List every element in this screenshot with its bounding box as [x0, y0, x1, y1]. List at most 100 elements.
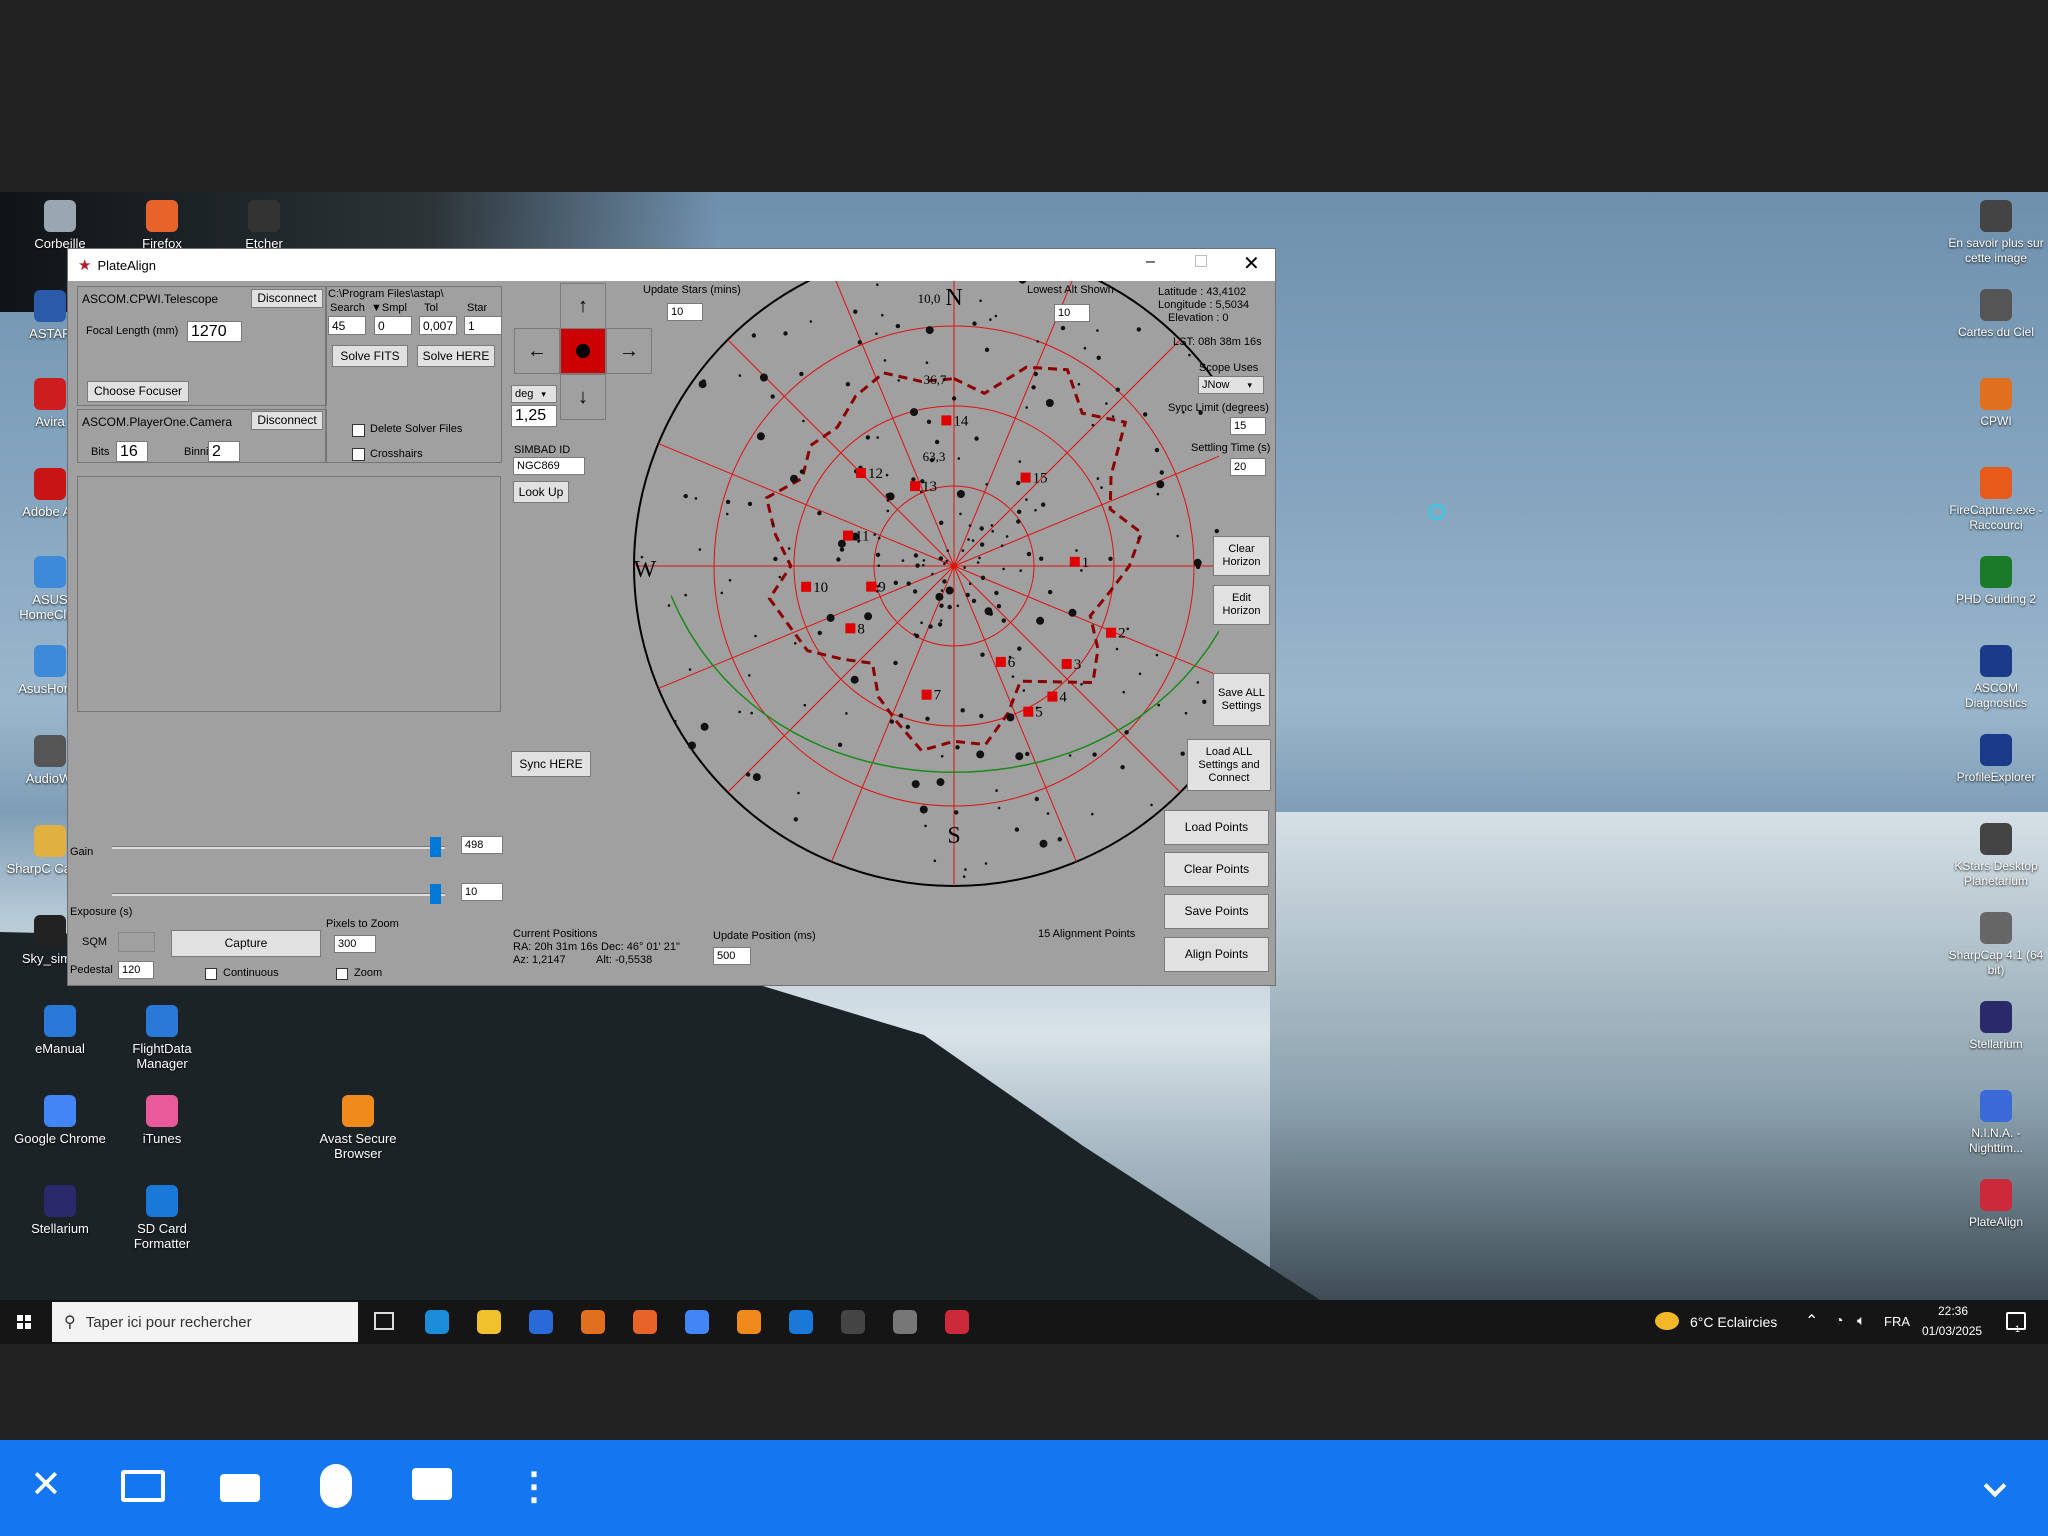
taskbar-app-icon[interactable] [841, 1310, 865, 1334]
desktop-icon[interactable]: SharpCap 4.1 (64 bit) [1948, 912, 2044, 978]
taskbar-app-icon[interactable] [685, 1310, 709, 1334]
alignment-point[interactable] [1023, 706, 1034, 717]
more-icon[interactable]: ⋮ [515, 1464, 553, 1509]
nudge-left-button[interactable]: ← [514, 328, 560, 374]
close-button[interactable]: ✕ [1243, 251, 1260, 276]
weather-icon[interactable] [1655, 1312, 1679, 1330]
alignment-point[interactable] [856, 468, 866, 478]
alignment-point[interactable] [1047, 691, 1058, 702]
collapse-chevron-icon[interactable] [1983, 1474, 2007, 1498]
save-all-settings-button[interactable]: Save ALL Settings [1213, 673, 1270, 726]
gain-slider-thumb[interactable] [430, 837, 441, 857]
alignment-point[interactable] [910, 481, 920, 492]
unit-select[interactable]: deg ▾ [511, 385, 557, 403]
task-view-icon[interactable] [374, 1312, 394, 1330]
pedestal-input[interactable]: 120 [118, 961, 154, 979]
alignment-point[interactable] [1069, 556, 1080, 567]
update-position-input[interactable]: 500 [713, 947, 751, 965]
solve-fits-button[interactable]: Solve FITS [332, 345, 408, 367]
desktop-icon[interactable]: Stellarium [1948, 1001, 2044, 1052]
taskbar-app-icon[interactable] [529, 1310, 553, 1334]
zoom-checkbox[interactable] [336, 968, 348, 980]
desktop-icon[interactable]: SD Card Formatter [114, 1185, 210, 1251]
alignment-point[interactable] [1061, 659, 1072, 669]
solve-here-button[interactable]: Solve HERE [417, 345, 495, 367]
bits-input[interactable]: 16 [116, 441, 148, 462]
desktop-icon[interactable]: eManual [12, 1005, 108, 1056]
desktop-icon[interactable]: FireCapture.exe - Raccourci [1948, 467, 2044, 533]
exposure-slider-thumb[interactable] [430, 884, 441, 904]
choose-focuser-button[interactable]: Choose Focuser [87, 381, 189, 402]
alignment-point[interactable] [941, 415, 952, 426]
desktop-icon[interactable]: Avast Secure Browser [310, 1095, 406, 1161]
exposure-input[interactable]: 10 [461, 883, 503, 901]
close-session-icon[interactable]: ✕ [30, 1462, 62, 1507]
taskbar-search[interactable]: ⚲ Taper ici pour rechercher [52, 1302, 358, 1342]
sync-limit-input[interactable]: 15 [1230, 417, 1266, 435]
desktop-icon[interactable]: Firefox [114, 200, 210, 251]
alignment-point[interactable] [1106, 627, 1117, 638]
align-points-button[interactable]: Align Points [1164, 937, 1269, 972]
desktop-icon[interactable]: Corbeille [12, 200, 108, 251]
desktop-icon[interactable]: PHD Guiding 2 [1948, 556, 2044, 607]
gain-input[interactable]: 498 [461, 836, 503, 854]
save-points-button[interactable]: Save Points [1164, 894, 1269, 929]
gain-slider-track[interactable] [112, 846, 445, 849]
lowest-alt-input[interactable]: 10 [1054, 304, 1090, 322]
keyboard-icon[interactable] [220, 1474, 260, 1502]
load-points-button[interactable]: Load Points [1164, 810, 1269, 845]
taskbar-app-icon[interactable] [633, 1310, 657, 1334]
desktop-icon[interactable]: PlateAlign [1948, 1179, 2044, 1230]
camera-disconnect-button[interactable]: Disconnect [251, 411, 323, 430]
alignment-point[interactable] [845, 623, 856, 634]
delete-solver-checkbox[interactable] [352, 424, 365, 437]
load-all-settings-button[interactable]: Load ALL Settings and Connect [1187, 739, 1271, 791]
binning-input[interactable]: 2 [208, 441, 240, 462]
language-indicator[interactable]: FRA [1884, 1314, 1910, 1329]
desktop-icon[interactable]: N.I.N.A. - Nighttim... [1948, 1090, 2044, 1156]
clock-date[interactable]: 01/03/2025 [1922, 1324, 1982, 1338]
taskbar-app-icon[interactable] [789, 1310, 813, 1334]
update-stars-input[interactable]: 10 [667, 303, 703, 321]
sky-chart[interactable]: NSEW10,036,763,3123456789101112131415 [559, 281, 1219, 941]
alignment-point[interactable] [995, 656, 1006, 667]
edit-horizon-button[interactable]: Edit Horizon [1213, 585, 1270, 625]
alignment-point[interactable] [921, 689, 932, 700]
desktop-icon[interactable]: Cartes du Ciel [1948, 289, 2044, 340]
taskbar-app-icon[interactable] [581, 1310, 605, 1334]
focal-length-input[interactable]: 1270 [187, 321, 242, 342]
telescope-disconnect-button[interactable]: Disconnect [251, 289, 323, 308]
maximize-button[interactable] [1195, 255, 1207, 267]
alignment-point[interactable] [801, 581, 812, 592]
capture-button[interactable]: Capture [171, 930, 321, 957]
star-input[interactable]: 1 [464, 316, 502, 335]
clear-horizon-button[interactable]: Clear Horizon [1213, 536, 1270, 576]
network-icon[interactable]: ◔ [1835, 1312, 1843, 1328]
screen-icon[interactable] [121, 1470, 165, 1502]
clear-points-button[interactable]: Clear Points [1164, 852, 1269, 887]
search-input[interactable]: 45 [328, 316, 366, 335]
chat-icon[interactable] [412, 1468, 452, 1500]
alignment-point[interactable] [1020, 472, 1031, 483]
alignment-point[interactable] [866, 581, 877, 592]
scope-uses-select[interactable]: JNow ▾ [1198, 376, 1264, 394]
pixels-zoom-input[interactable]: 300 [334, 935, 376, 953]
tray-chevron-icon[interactable]: ⌃ [1805, 1311, 1818, 1331]
start-button[interactable] [10, 1308, 38, 1336]
taskbar-app-icon[interactable] [893, 1310, 917, 1334]
desktop-icon[interactable]: Stellarium [12, 1185, 108, 1236]
taskbar-app-icon[interactable] [945, 1310, 969, 1334]
desktop-icon[interactable]: Google Chrome [12, 1095, 108, 1146]
desktop-icon[interactable]: iTunes [114, 1095, 210, 1146]
taskbar-app-icon[interactable] [737, 1310, 761, 1334]
desktop-icon[interactable]: Etcher [216, 200, 312, 251]
taskbar-app-icon[interactable] [477, 1310, 501, 1334]
step-input[interactable]: 1,25 [511, 405, 557, 427]
alignment-point[interactable] [843, 530, 853, 541]
smpl-input[interactable]: 0 [374, 316, 412, 335]
clock-time[interactable]: 22:36 [1938, 1304, 1968, 1318]
desktop-icon[interactable]: CPWI [1948, 378, 2044, 429]
taskbar-app-icon[interactable] [425, 1310, 449, 1334]
desktop-icon[interactable]: ASCOM Diagnostics [1948, 645, 2044, 711]
desktop-icon[interactable]: KStars Desktop Planetarium [1948, 823, 2044, 889]
